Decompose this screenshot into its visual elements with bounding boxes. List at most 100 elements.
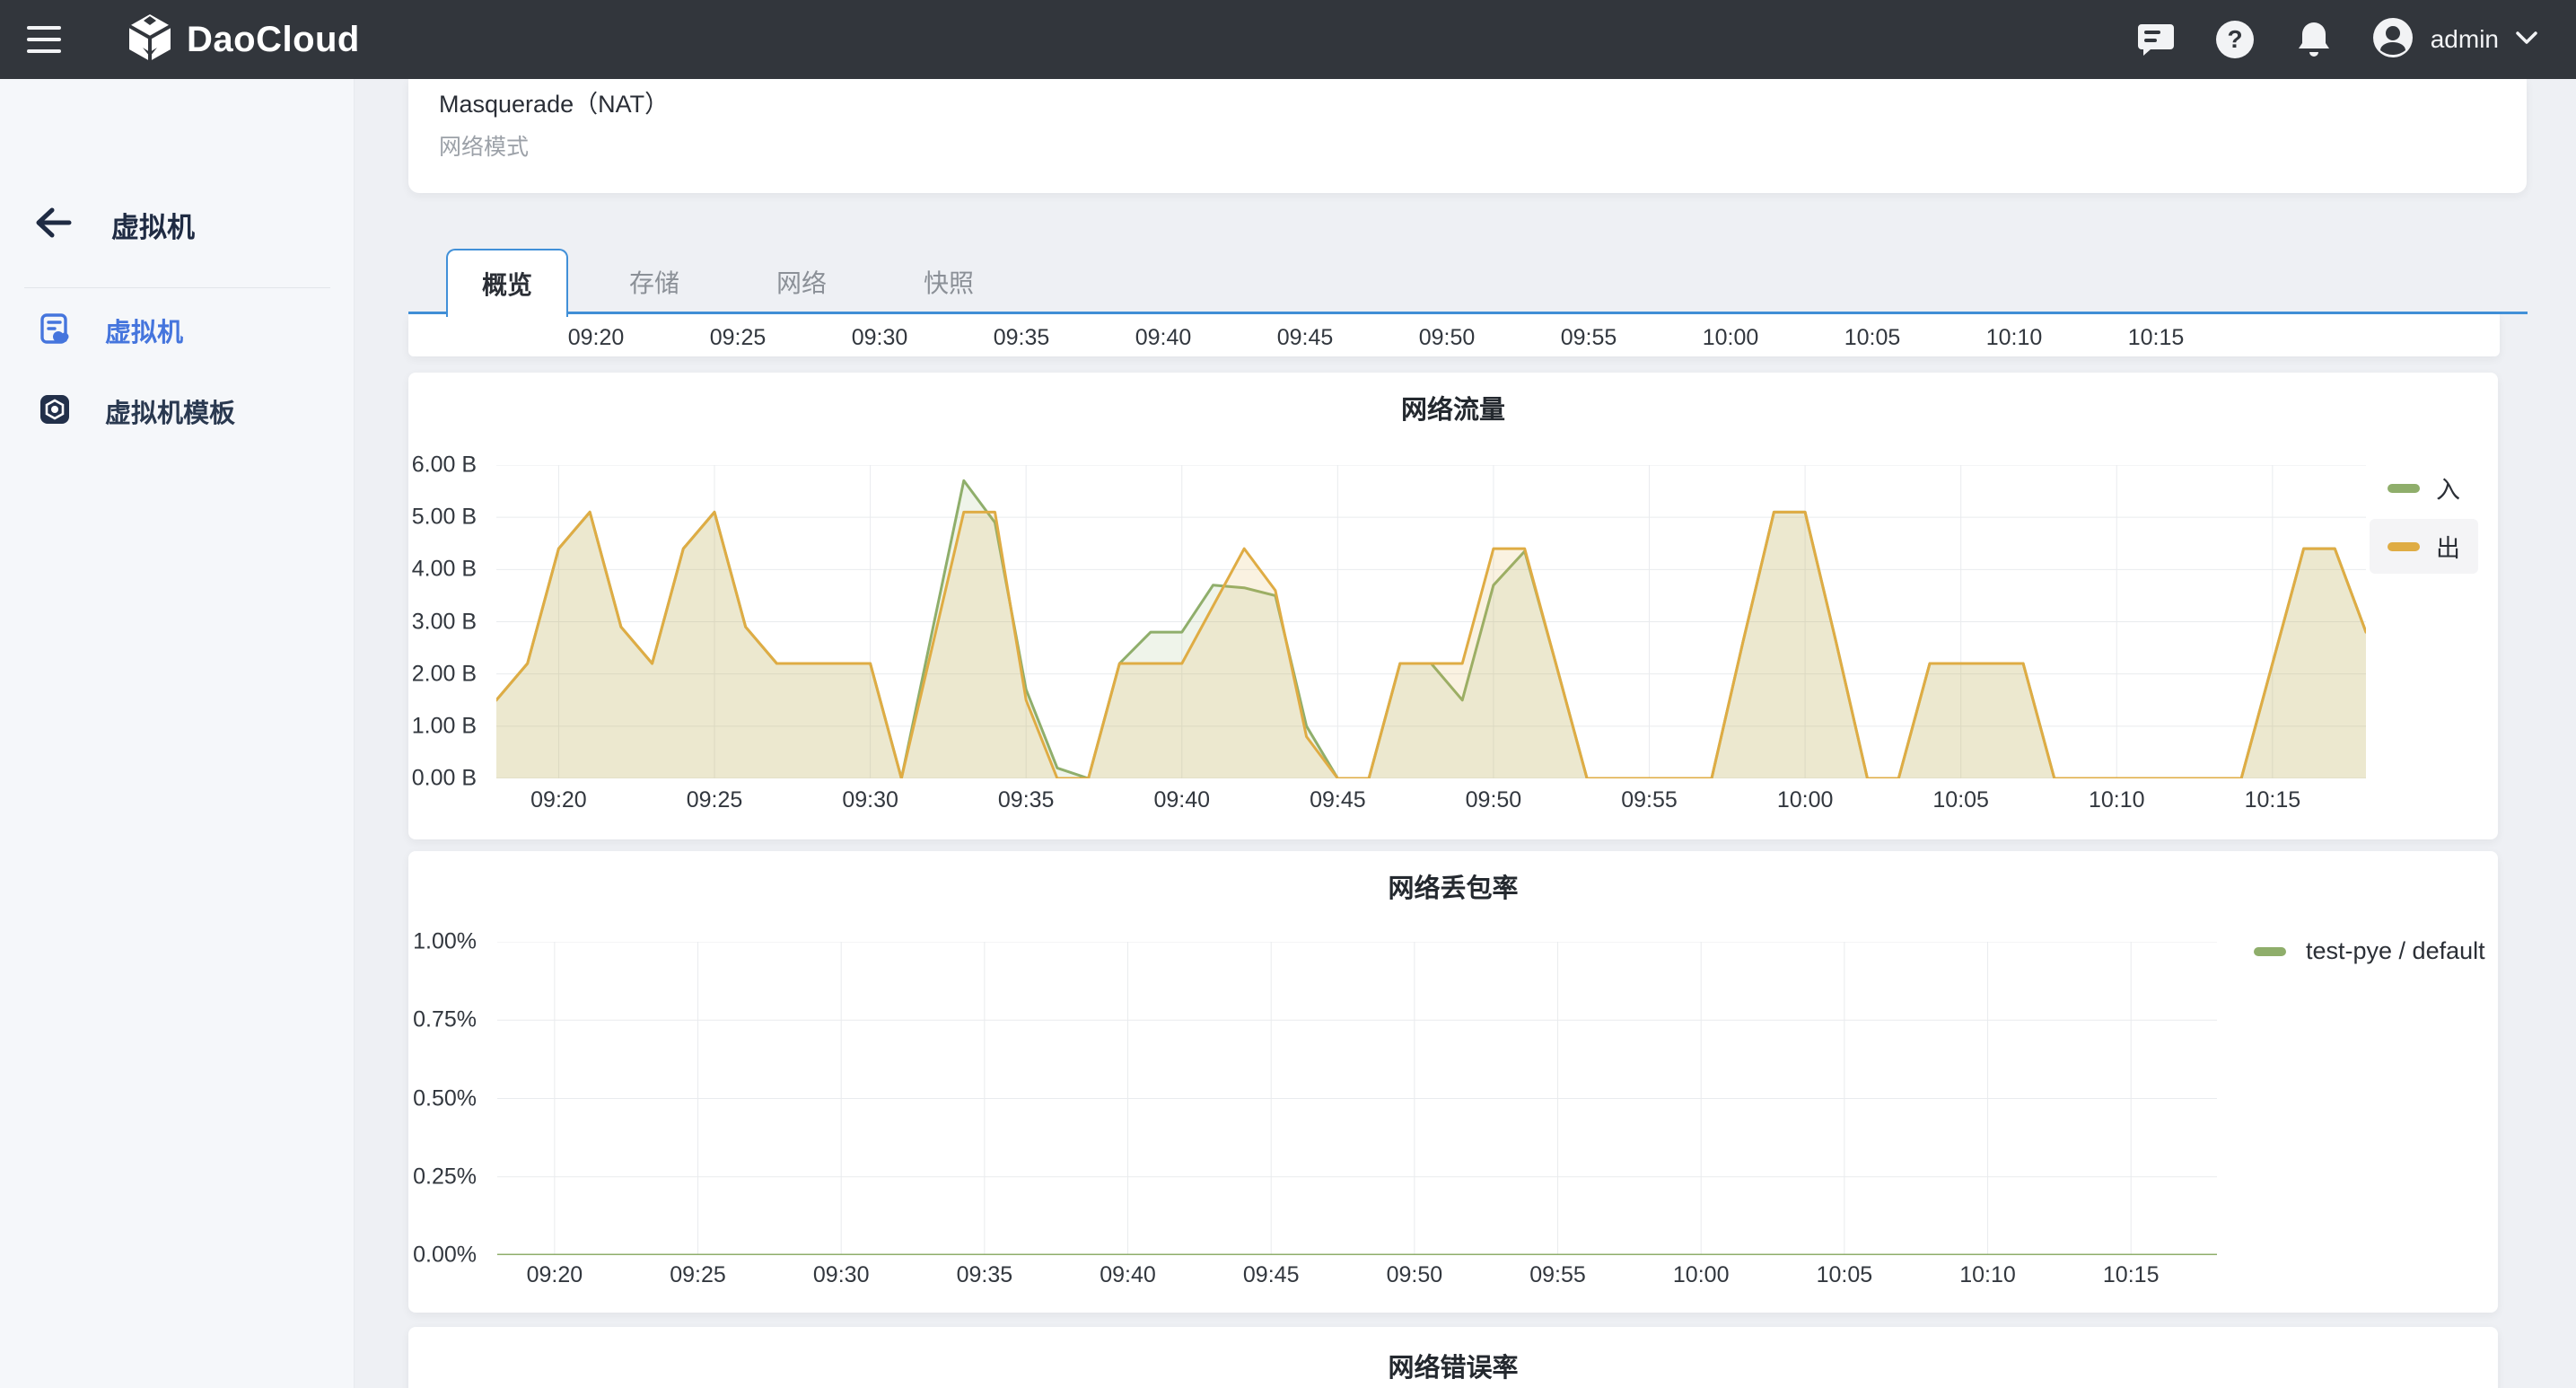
divider [24,287,330,288]
sidebar-title: 虚拟机 [111,205,195,245]
logo-text: DaoCloud [187,20,360,60]
x-tick-label: 09:20 [530,787,587,813]
top-bar: DaoCloud ? [0,0,2576,79]
partial-chart-axis-card: 09:2009:2509:3009:3509:4009:4509:5009:55… [408,314,2500,356]
y-tick-label: 0.00% [413,1243,477,1269]
sidebar-item-vm[interactable]: 虚拟机 [0,304,354,356]
x-tick-label: 09:20 [568,325,625,351]
legend-label: 入 [2436,470,2460,505]
x-tick-label: 10:10 [1986,325,2043,351]
x-tick-label: 10:00 [1673,1262,1730,1288]
packet-loss-chart-card: 网络丢包率 test-pye / default 1.00% 0.75% 0.50%… [408,851,2498,1313]
y-tick-label: 1.00% [413,929,477,955]
vm-template-icon [39,393,71,430]
x-tick-label: 09:50 [1387,1262,1443,1288]
y-axis: 6.00 B5.00 B4.00 B3.00 B2.00 B1.00 B0.00… [408,465,486,778]
x-tick-label: 10:15 [2128,325,2185,351]
x-tick-label: 10:05 [1844,325,1901,351]
chart-legend: 入 出 [2370,461,2478,574]
sidebar-item-label: 虚拟机 [105,312,183,349]
chart-title: 网络丢包率 [408,867,2498,905]
x-tick-label: 09:55 [1561,325,1617,351]
y-tick-label: 0.00 B [412,766,477,792]
tab-overview[interactable]: 概览 [446,249,568,317]
x-tick-label: 09:40 [1100,1262,1156,1288]
legend-swatch [2388,542,2420,551]
back-button[interactable] [34,207,72,242]
chart-title: 网络错误率 [408,1347,2498,1384]
x-tick-label: 09:25 [710,325,767,351]
daocloud-logo: DaoCloud [127,13,360,66]
network-mode-label: 网络模式 [439,129,529,162]
network-mode-card: Masquerade（NAT） 网络模式 [408,79,2527,193]
bell-icon[interactable] [2292,18,2335,61]
y-tick-label: 4.00 B [412,557,477,583]
network-traffic-chart-card: 网络流量 入 出 6.00 B5.00 B4.00 B3.00 B2.00 B1… [408,373,2498,839]
sidebar-item-label: 虚拟机模板 [105,392,235,430]
x-tick-label: 10:05 [1817,1262,1873,1288]
x-tick-label: 09:40 [1153,787,1210,813]
user-menu[interactable]: admin [2371,16,2538,64]
x-tick-label: 09:30 [852,325,908,351]
legend-swatch [2254,947,2286,956]
user-name: admin [2431,25,2499,54]
vm-icon [39,312,71,349]
x-tick-label: 09:25 [687,787,743,813]
svg-text:?: ? [2227,25,2242,53]
x-tick-label: 10:00 [1703,325,1759,351]
topbar-actions: ? admin [2134,16,2538,64]
y-tick-label: 0.25% [413,1164,477,1190]
y-tick-label: 1.00 B [412,713,477,739]
x-tick-label: 09:20 [527,1262,583,1288]
x-tick-label: 09:45 [1243,1262,1300,1288]
y-tick-label: 0.75% [413,1007,477,1033]
daocloud-logo-icon [127,13,172,66]
network-mode-value: Masquerade（NAT） [439,84,669,119]
tab-network[interactable]: 网络 [740,249,863,314]
x-tick-label: 10:00 [1777,787,1834,813]
sidebar-item-vm-template[interactable]: 虚拟机模板 [0,385,354,437]
legend-label: test-pye / default [2306,937,2485,965]
legend-item-out[interactable]: 出 [2370,519,2478,574]
x-tick-label: 10:10 [2089,787,2145,813]
legend-label: 出 [2436,529,2460,564]
tab-snapshot[interactable]: 快照 [888,249,1010,314]
tab-bar: 概览 存储 网络 快照 [408,233,2528,314]
x-tick-label: 09:30 [813,1262,870,1288]
tab-storage[interactable]: 存储 [593,249,715,314]
x-tick-label: 10:15 [2103,1262,2160,1288]
y-axis: 1.00%0.75%0.50%0.25%0.00% [408,942,486,1255]
x-tick-label: 09:35 [957,1262,1013,1288]
x-tick-label: 09:50 [1419,325,1476,351]
x-tick-label: 10:10 [1959,1262,2016,1288]
page: DaoCloud ? [0,0,2576,1388]
hamburger-menu-icon[interactable] [27,15,75,64]
x-tick-label: 09:50 [1466,787,1522,813]
x-axis: 09:20 09:25 09:30 09:35 09:40 09:45 09:50 09:55… [497,1262,2217,1293]
network-traffic-plot [496,465,2366,778]
x-axis: 09:20 09:25 09:30 09:35 09:40 09:45 09:50 09:55… [496,787,2366,818]
packet-loss-plot [497,942,2217,1255]
x-tick-label: 09:30 [842,787,898,813]
y-tick-label: 0.50% [413,1085,477,1111]
x-tick-label: 09:40 [1135,325,1192,351]
network-error-chart-card: 网络错误率 [408,1327,2498,1388]
x-tick-label: 09:35 [998,787,1055,813]
x-tick-label: 09:35 [994,325,1050,351]
x-tick-label: 09:25 [670,1262,726,1288]
x-tick-label: 10:15 [2245,787,2301,813]
chevron-down-icon [2515,30,2538,50]
x-tick-label: 09:55 [1529,1262,1586,1288]
avatar-icon [2371,16,2414,64]
legend-swatch [2388,484,2420,493]
y-tick-label: 6.00 B [412,452,477,479]
x-tick-label: 10:05 [1932,787,1989,813]
legend-item-in[interactable]: 入 [2370,461,2478,515]
x-tick-label: 09:55 [1621,787,1678,813]
x-tick-label: 09:45 [1310,787,1366,813]
chat-icon[interactable] [2134,18,2177,61]
y-tick-label: 5.00 B [412,505,477,531]
help-icon[interactable]: ? [2213,18,2256,61]
chart-title: 网络流量 [408,389,2498,426]
chart-legend[interactable]: test-pye / default [2254,937,2485,965]
